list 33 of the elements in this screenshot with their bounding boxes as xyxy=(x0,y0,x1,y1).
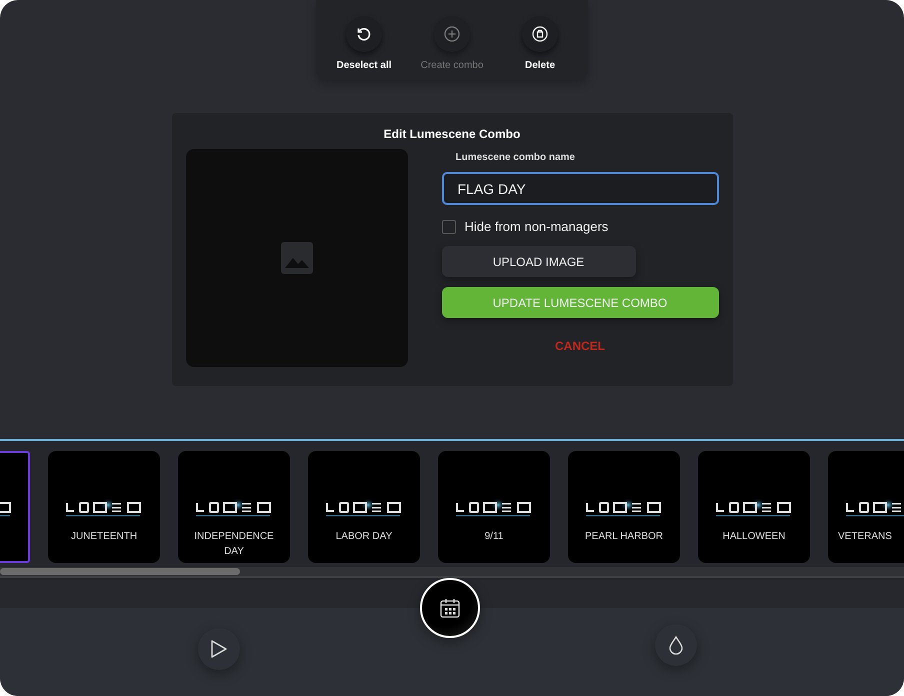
name-input[interactable]: FLAG DAY xyxy=(442,172,718,205)
scene-label: PEARL HARBOR xyxy=(584,530,664,544)
checkbox[interactable] xyxy=(442,220,456,234)
field-label: Lumescene combo name xyxy=(456,152,576,163)
scene-label: LABOR DAY xyxy=(334,530,394,544)
checkbox-label: Hide from non-managers xyxy=(464,219,608,234)
scene-tile[interactable]: 9/11 xyxy=(438,451,550,563)
button-label: Create combo xyxy=(420,60,484,71)
play-button[interactable] xyxy=(198,628,240,670)
button-label: Deselect all xyxy=(336,60,392,71)
image-icon xyxy=(280,242,312,274)
button-label: Delete xyxy=(524,60,555,71)
dialog-title: Edit Lumescene Combo xyxy=(382,127,522,141)
drop-button[interactable] xyxy=(655,624,697,666)
scrollbar-thumb[interactable] xyxy=(0,568,240,575)
scene-label: VETERANS xyxy=(837,530,893,544)
reset-icon xyxy=(356,26,372,42)
drop-icon xyxy=(668,635,684,655)
upload-button[interactable]: UPLOAD IMAGE xyxy=(442,246,636,277)
scene-tile[interactable]: PEARL HARBOR xyxy=(568,451,680,563)
scene-tile[interactable]: INDEPENDENCE DAY xyxy=(178,451,290,563)
scene-label: 9/11 xyxy=(484,530,504,544)
scene-tile[interactable]: LABOR DAY xyxy=(308,451,420,563)
calendar-icon xyxy=(439,597,461,619)
trash-icon xyxy=(532,26,548,42)
scene-tile[interactable]: HALLOWEEN xyxy=(698,451,810,563)
scene-label: HALLOWEEN xyxy=(722,530,786,544)
scene-tile[interactable]: JUNETEENTH xyxy=(48,451,160,563)
plus-icon xyxy=(444,26,460,42)
play-icon xyxy=(210,639,228,659)
scene-tile[interactable]: VETERANS xyxy=(828,451,904,563)
scene-label: JUNETEENTH xyxy=(70,530,138,544)
scene-label: INDEPENDENCE DAY xyxy=(193,530,275,559)
